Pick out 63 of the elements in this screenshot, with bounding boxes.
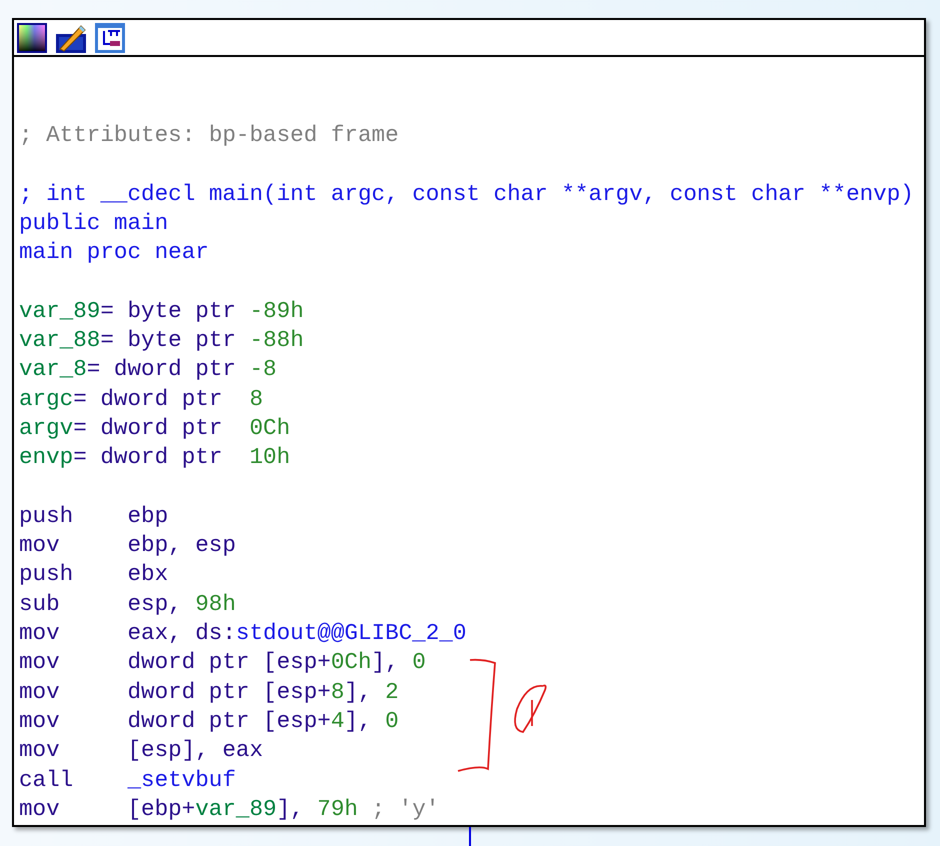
code-variable: argc	[19, 384, 74, 414]
code-mnemonic: push	[19, 560, 74, 590]
code-variable: var_89	[19, 296, 100, 326]
code-number: -88h	[250, 326, 304, 356]
code-operand: ebp, esp	[127, 531, 236, 560]
code-number: 0Ch	[330, 648, 372, 678]
code-name: main proc near	[19, 238, 209, 268]
code-variable: envp	[19, 443, 74, 472]
code-variable: var_8	[19, 355, 87, 384]
code-mnemonic: mov	[19, 736, 61, 766]
code-mnemonic: push	[19, 502, 74, 531]
code-operand: [esp], eax	[127, 736, 264, 766]
code-number: 4	[330, 706, 344, 736]
code-mnemonic: mov	[19, 531, 61, 560]
code-number: -8	[250, 355, 277, 384]
code-operand: esp,	[127, 590, 183, 619]
code-operand: ],	[276, 794, 305, 824]
code-name: ; int __cdecl main(int argc, const char **argv, const char **envp)	[19, 180, 914, 209]
code-mnemonic: mov	[19, 706, 61, 736]
graph-window-icon	[94, 22, 126, 54]
code-number: 10h	[250, 443, 290, 472]
code-number: 2	[385, 678, 399, 707]
code-operand: = dword ptr	[73, 414, 224, 443]
code-operand: = dword ptr	[73, 384, 224, 414]
code-mnemonic: sub	[19, 590, 61, 619]
code-operand: = dword ptr	[73, 443, 224, 472]
code-comment: ; 'y'	[370, 794, 440, 824]
code-number: 0	[385, 706, 399, 736]
code-number: 98h	[195, 590, 236, 619]
code-mnemonic: call	[19, 766, 74, 795]
code-mnemonic: mov	[19, 619, 61, 648]
code-operand: ],	[344, 706, 373, 736]
toolbar-button[interactable]	[94, 22, 126, 54]
code-number: 8	[330, 678, 344, 707]
code-operand: dword ptr [esp+	[127, 678, 331, 707]
code-number: -89h	[250, 296, 304, 326]
code-number: 0Ch	[250, 414, 290, 443]
code-name: public main	[19, 208, 168, 238]
code-mnemonic: mov	[19, 678, 61, 707]
color-palette-icon	[16, 22, 48, 54]
code-operand: = byte ptr	[100, 296, 237, 326]
code-operand: eax, ds:	[127, 619, 236, 648]
code-operand: = byte ptr	[100, 326, 237, 356]
code-operand: ],	[344, 678, 373, 707]
toolbar-button[interactable]	[16, 22, 48, 54]
code-mnemonic: mov	[19, 794, 61, 824]
code-name: _setvbuf	[127, 766, 236, 795]
code-comment: ; Attributes: bp-based frame	[19, 121, 399, 150]
code-variable: argv	[19, 414, 74, 443]
code-mnemonic: mov	[19, 648, 61, 678]
code-operand: = dword ptr	[86, 355, 237, 384]
code-operand: ebx	[127, 560, 168, 590]
code-number: 79h	[317, 794, 358, 824]
code-operand: ],	[372, 648, 400, 678]
code-number: 0	[412, 648, 426, 678]
code-number: 8	[250, 384, 264, 414]
code-operand: dword ptr [esp+	[127, 648, 331, 678]
code-variable: var_88	[19, 326, 100, 356]
code-operand: dword ptr [esp+	[127, 706, 331, 736]
code-variable: var_89	[195, 794, 277, 824]
code-operand: [ebp+	[127, 794, 196, 824]
code-name: stdout@@GLIBC_2_0	[236, 619, 466, 648]
code-operand: ebp	[127, 502, 168, 531]
